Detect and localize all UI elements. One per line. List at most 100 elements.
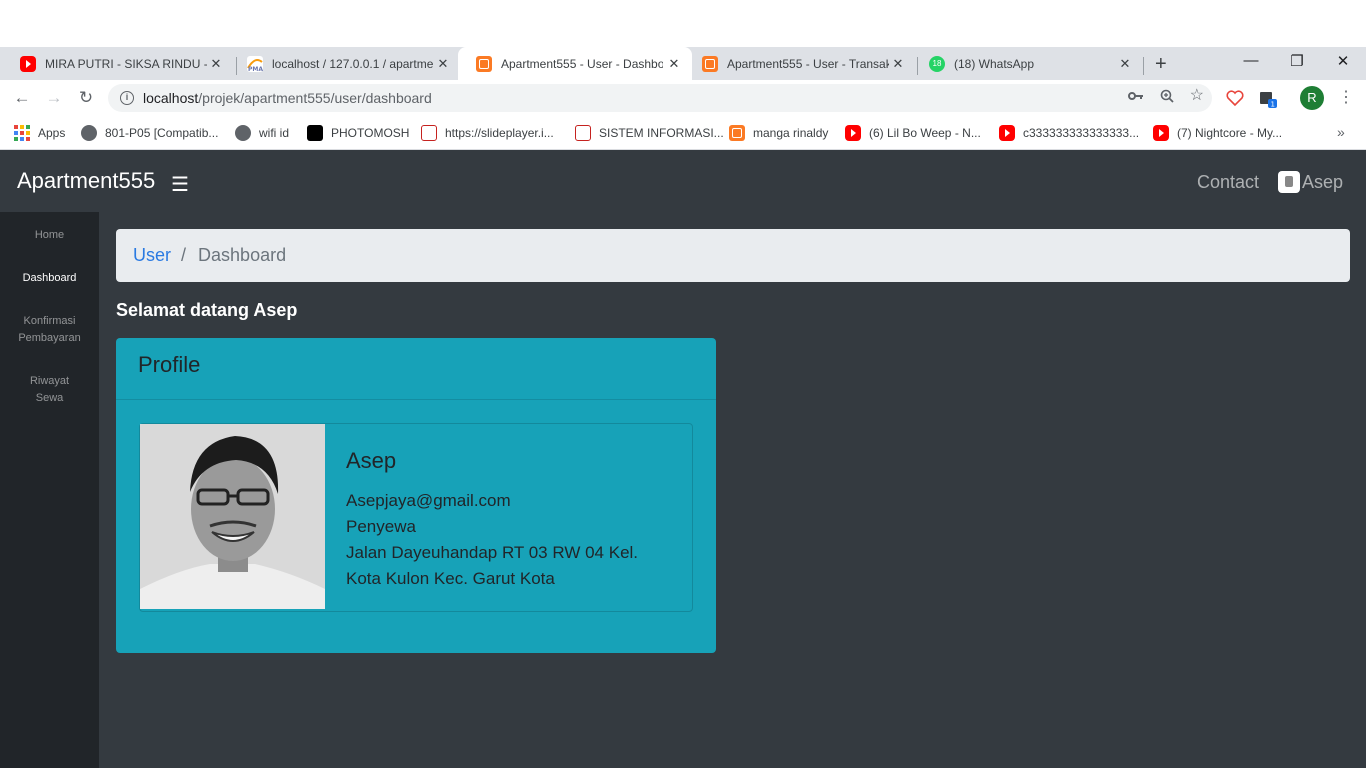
profile-card-body: Asep Asepjaya@gmail.com Penyewa Jalan Da…	[139, 423, 693, 612]
tab-title: (18) WhatsApp	[954, 56, 1035, 71]
bookmark-label: (7) Nightcore - My...	[1177, 126, 1283, 140]
sidebar-item-dashboard[interactable]: Dashboard	[0, 270, 99, 287]
globe-icon	[81, 125, 97, 141]
reload-icon[interactable]: ↻	[76, 88, 96, 108]
bookmark-label: c333333333333333...	[1023, 126, 1140, 140]
bookmark-sistem-informasi[interactable]: SISTEM INFORMASI...	[575, 125, 724, 141]
bookmark-label: PHOTOMOSH	[331, 126, 410, 140]
forward-arrow-icon[interactable]: →	[44, 88, 64, 108]
profile-details: Asep Asepjaya@gmail.com Penyewa Jalan Da…	[346, 448, 638, 592]
star-icon[interactable]: ☆	[1190, 88, 1204, 106]
close-icon[interactable]: ✕	[208, 56, 224, 72]
phpmyadmin-icon: PMA	[247, 55, 263, 73]
app-root: Apartment555 ☰ Contact Asep Home Dashboa…	[0, 150, 1366, 768]
bookmark-801-p05[interactable]: 801-P05 [Compatib...	[81, 125, 218, 141]
globe-icon	[235, 125, 251, 141]
url-host: localhost	[143, 90, 199, 106]
bookmark-label: wifi id	[259, 126, 290, 140]
bookmark-c333[interactable]: c333333333333333...	[999, 125, 1139, 141]
breadcrumb-separator: /	[181, 245, 187, 265]
xampp-icon	[702, 55, 718, 72]
zoom-icon[interactable]	[1160, 89, 1174, 106]
slideplayer-icon	[575, 125, 591, 141]
tab-mira-putri[interactable]: MIRA PUTRI - SIKSA RINDU - Lirik ✕	[2, 47, 234, 80]
breadcrumb-user-link[interactable]: User	[133, 245, 171, 266]
xampp-icon	[476, 55, 492, 72]
extension-cube-icon[interactable]: 1	[1258, 89, 1278, 114]
profile-avatar[interactable]: R	[1300, 86, 1324, 110]
photomosh-icon	[307, 125, 323, 141]
welcome-heading: Selamat datang Asep	[116, 300, 298, 320]
youtube-icon	[999, 125, 1015, 141]
user-avatar-icon	[1278, 171, 1300, 193]
extension-badge: 1	[1271, 101, 1275, 109]
minimize-icon[interactable]: —	[1228, 52, 1274, 69]
bookmark-lil-bo-weep[interactable]: (6) Lil Bo Weep - N...	[845, 125, 981, 141]
bookmark-label: https://slideplayer.i...	[445, 126, 554, 140]
tab-separator	[1143, 57, 1144, 75]
tab-title: localhost / 127.0.0.1 / apartment	[272, 56, 434, 71]
sidebar: Home Dashboard Konfirmasi Pembayaran Riw…	[0, 212, 99, 768]
menu-kebab-icon[interactable]: ⋮	[1338, 87, 1354, 107]
app-navbar: Apartment555 ☰ Contact Asep	[0, 150, 1366, 212]
xampp-icon	[729, 125, 745, 141]
bookmark-photomosh[interactable]: PHOTOMOSH	[307, 125, 409, 141]
bookmark-wifi-id[interactable]: wifi id	[235, 125, 289, 141]
brand-link[interactable]: Apartment555	[17, 168, 155, 194]
bookmarks-overflow-icon[interactable]: »	[1337, 124, 1345, 140]
heart-extension-icon[interactable]	[1226, 89, 1244, 112]
address-bar[interactable]: i localhost/projek/apartment555/user/das…	[108, 84, 1212, 112]
sidebar-item-home[interactable]: Home	[0, 227, 99, 244]
bookmark-apps[interactable]: Apps	[14, 125, 65, 141]
youtube-icon	[845, 125, 861, 141]
url-text[interactable]: localhost/projek/apartment555/user/dashb…	[143, 90, 432, 106]
close-icon[interactable]: ✕	[890, 56, 906, 72]
tab-transaksi[interactable]: Apartment555 - User - Transaksi ✕	[684, 47, 916, 80]
apps-icon	[14, 125, 30, 141]
nav-user-link[interactable]: Asep	[1278, 171, 1343, 193]
profile-address-line2: Kota Kulon Kec. Garut Kota	[346, 569, 555, 588]
bookmark-label: Apps	[38, 126, 66, 140]
tab-phpmyadmin[interactable]: PMA localhost / 127.0.0.1 / apartment ✕	[229, 47, 461, 80]
tab-title: Apartment555 - User - Transaksi	[727, 56, 889, 71]
profile-card: Profile Asep Asepjaya@gmail.com Penyewa …	[116, 338, 716, 653]
nav-contact-link[interactable]: Contact	[1197, 172, 1259, 193]
url-path: /projek/apartment555/user/dashboard	[198, 90, 432, 106]
bookmark-nightcore[interactable]: (7) Nightcore - My...	[1153, 125, 1282, 141]
sidebar-item-riwayat-sewa[interactable]: Riwayat Sewa	[22, 373, 77, 407]
tab-title: Apartment555 - User - Dashboard	[501, 56, 663, 71]
profile-card-header: Profile	[116, 338, 716, 400]
profile-photo	[140, 424, 325, 609]
breadcrumb-current: Dashboard	[198, 245, 287, 265]
nav-user-name: Asep	[1302, 171, 1344, 192]
window-close-icon[interactable]: ✕	[1320, 52, 1366, 70]
omnibox-icons: ☆	[1127, 88, 1204, 106]
breadcrumb: User / Dashboard	[116, 229, 1350, 282]
tab-dashboard[interactable]: Apartment555 - User - Dashboard ✕	[458, 47, 692, 80]
info-icon[interactable]: i	[120, 91, 134, 105]
key-icon[interactable]	[1127, 89, 1144, 106]
sidebar-item-konfirmasi-pembayaran[interactable]: Konfirmasi Pembayaran	[12, 313, 87, 347]
close-icon[interactable]: ✕	[1117, 56, 1133, 72]
bookmark-manga-rinaldy[interactable]: manga rinaldy	[729, 125, 828, 141]
tab-whatsapp[interactable]: 18 (18) WhatsApp ✕	[911, 47, 1143, 80]
profile-name: Asep	[346, 448, 397, 473]
close-icon[interactable]: ✕	[435, 56, 451, 72]
bookmark-label: (6) Lil Bo Weep - N...	[869, 126, 981, 140]
close-icon[interactable]: ✕	[666, 56, 682, 72]
back-arrow-icon[interactable]: ←	[12, 88, 32, 108]
new-tab-button[interactable]: +	[1155, 53, 1167, 76]
bookmarks-bar: Apps 801-P05 [Compatib... wifi id PHOTOM…	[0, 116, 1366, 150]
bookmark-slideplayer[interactable]: https://slideplayer.i...	[421, 125, 554, 141]
svg-text:PMA: PMA	[248, 66, 263, 72]
screen-top-blank	[0, 0, 1366, 47]
whatsapp-icon: 18	[929, 55, 945, 72]
youtube-icon	[1153, 125, 1169, 141]
hamburger-menu-icon[interactable]: ☰	[171, 172, 189, 197]
browser-toolbar: ← → ↻ i localhost/projek/apartment555/us…	[0, 80, 1366, 116]
restore-icon[interactable]: ❐	[1274, 52, 1320, 70]
tab-title: MIRA PUTRI - SIKSA RINDU - Lirik	[45, 56, 207, 71]
profile-role: Penyewa	[346, 517, 416, 536]
slideplayer-icon	[421, 125, 437, 141]
bookmark-label: manga rinaldy	[753, 126, 829, 140]
